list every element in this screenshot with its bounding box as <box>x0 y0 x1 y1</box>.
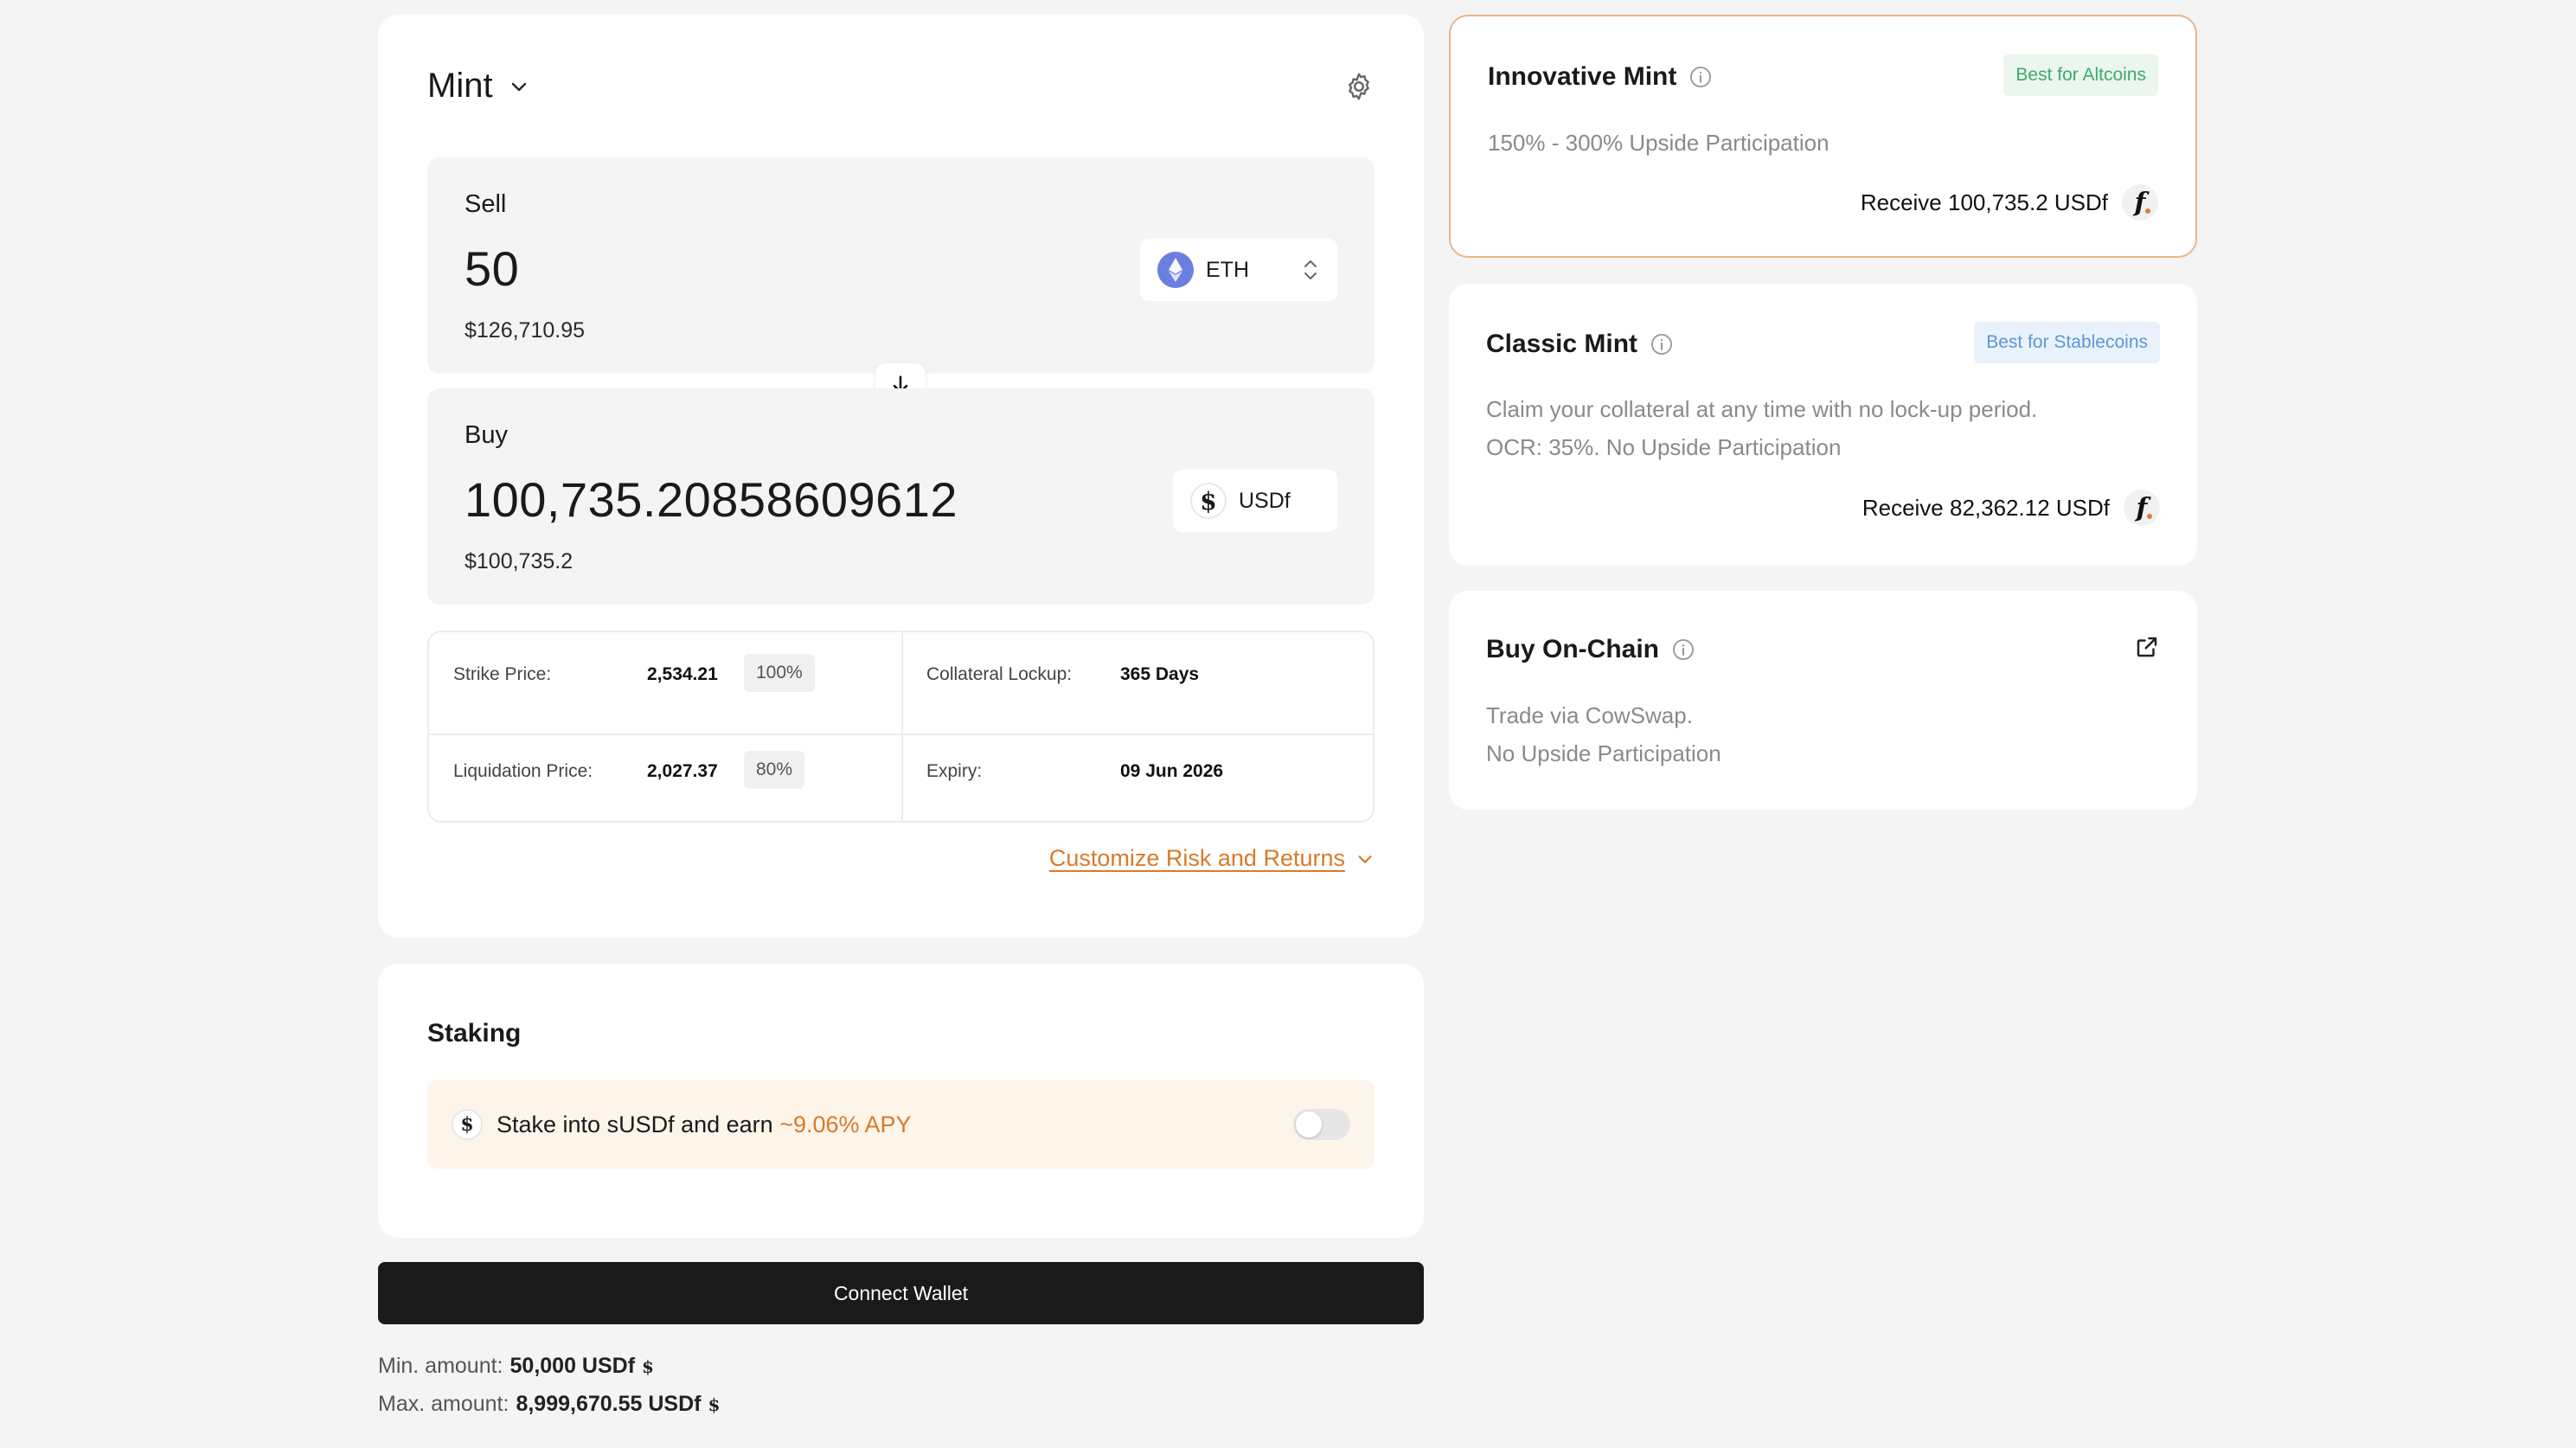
option-title-text: Buy On-Chain <box>1486 635 1659 663</box>
sell-label: Sell <box>465 190 507 218</box>
connect-wallet-button[interactable]: Connect Wallet <box>378 1262 1424 1324</box>
chevron-down-icon <box>1358 855 1372 863</box>
option-title: Classic Mint <box>1486 330 1674 359</box>
receive-text: Receive 82,362.12 USDf <box>1862 494 2110 521</box>
stake-toggle[interactable] <box>1293 1109 1350 1140</box>
stake-text: Stake into sUSDf and earn ~9.06% APY <box>497 1111 912 1137</box>
receive-amount: Receive 100,735.2 USDf f <box>1861 184 2158 221</box>
best-for-altcoins-badge: Best for Altcoins <box>2003 54 2158 96</box>
customize-risk-label: Customize Risk and Returns <box>1048 845 1345 871</box>
staking-title: Staking <box>427 1019 522 1048</box>
customize-risk-link[interactable]: Customize Risk and Returns <box>1049 845 1375 872</box>
mint-title: Mint <box>427 67 493 105</box>
info-icon[interactable] <box>1650 332 1674 356</box>
liquidation-price-label: Liquidation Price: <box>453 761 593 781</box>
usdf-icon: $ <box>642 1355 654 1377</box>
min-amount-value: 50,000 USDf <box>509 1354 636 1378</box>
min-amount-label: Min. amount: <box>378 1354 503 1378</box>
stake-row: $ Stake into sUSDf and earn ~9.06% APY <box>427 1080 1375 1169</box>
buy-label: Buy <box>465 421 508 449</box>
f-icon: f <box>2124 490 2160 526</box>
usdf-icon: $ <box>452 1109 483 1140</box>
option-buy-on-chain[interactable]: Buy On-Chain Trade via CowSwap. No Upsid… <box>1449 591 2197 810</box>
option-title-text: Classic Mint <box>1486 330 1638 358</box>
mint-mode-selector[interactable]: Mint <box>427 67 529 106</box>
strike-price-label: Strike Price: <box>453 664 552 684</box>
min-amount-line: Min. amount: 50,000 USDf $ <box>378 1354 654 1379</box>
option-title: Innovative Mint <box>1488 62 1713 92</box>
option-classic-mint[interactable]: Classic Mint Best for Stablecoins Claim … <box>1449 284 2197 566</box>
mint-card: Mint Sell 50 $126,710.95 ETH Buy 100,735… <box>378 15 1424 938</box>
expiry-value: 09 Jun 2026 <box>1120 761 1224 781</box>
staking-card: Staking $ Stake into sUSDf and earn ~9.0… <box>378 964 1424 1238</box>
buy-amount-output: 100,735.20858609612 <box>465 472 958 527</box>
option-innovative-mint[interactable]: Innovative Mint Best for Altcoins 150% -… <box>1449 15 2197 258</box>
divider <box>901 632 903 821</box>
max-amount-label: Max. amount: <box>378 1392 509 1416</box>
buy-token-display: $ USDf <box>1173 470 1337 532</box>
usdf-icon: $ <box>708 1394 721 1415</box>
liquidation-price-percent: 80% <box>744 751 805 789</box>
sort-icon <box>1304 260 1317 279</box>
sell-panel: Sell 50 $126,710.95 ETH <box>427 157 1375 374</box>
receive-text: Receive 100,735.2 USDf <box>1860 189 2108 215</box>
liquidation-price-value: 2,027.37 <box>647 761 718 781</box>
info-icon[interactable] <box>1688 65 1713 89</box>
strike-price-percent: 100% <box>744 654 815 692</box>
receive-amount: Receive 82,362.12 USDf f <box>1862 490 2160 526</box>
divider <box>429 734 1373 735</box>
chevron-down-icon <box>511 82 526 91</box>
collateral-lockup-label: Collateral Lockup: <box>926 664 1073 684</box>
sell-amount-input[interactable]: 50 <box>465 240 519 297</box>
buy-panel: Buy 100,735.20858609612 $100,735.2 $ USD… <box>427 388 1375 605</box>
stake-apy: ~9.06% APY <box>779 1111 912 1137</box>
max-amount-line: Max. amount: 8,999,670.55 USDf $ <box>378 1392 720 1417</box>
toggle-knob <box>1296 1112 1322 1137</box>
option-title-text: Innovative Mint <box>1488 62 1677 91</box>
max-amount-value: 8,999,670.55 USDf <box>516 1392 702 1416</box>
option-description: Claim your collateral at any time with n… <box>1486 396 2038 460</box>
external-link-icon[interactable] <box>2134 634 2160 660</box>
sell-usd-value: $126,710.95 <box>465 318 586 343</box>
mint-details-table: Strike Price: 2,534.21 100% Collateral L… <box>427 631 1375 823</box>
info-icon[interactable] <box>1671 638 1695 662</box>
option-description: 150% - 300% Upside Participation <box>1488 130 1829 156</box>
eth-icon <box>1157 252 1194 288</box>
option-description: Trade via CowSwap. No Upside Participati… <box>1486 702 1721 766</box>
option-title: Buy On-Chain <box>1486 635 1695 664</box>
f-icon: f <box>2122 184 2158 221</box>
buy-usd-value: $100,735.2 <box>465 549 574 573</box>
collateral-lockup-value: 365 Days <box>1120 664 1200 684</box>
expiry-label: Expiry: <box>926 761 983 781</box>
sell-token-label: ETH <box>1206 257 1249 282</box>
strike-price-value: 2,534.21 <box>647 664 718 684</box>
sell-token-select[interactable]: ETH <box>1140 239 1337 301</box>
gear-icon[interactable] <box>1343 71 1375 102</box>
buy-token-label: USDf <box>1239 488 1291 513</box>
best-for-stablecoins-badge: Best for Stablecoins <box>1974 322 2160 363</box>
usdf-icon: $ <box>1190 483 1227 519</box>
